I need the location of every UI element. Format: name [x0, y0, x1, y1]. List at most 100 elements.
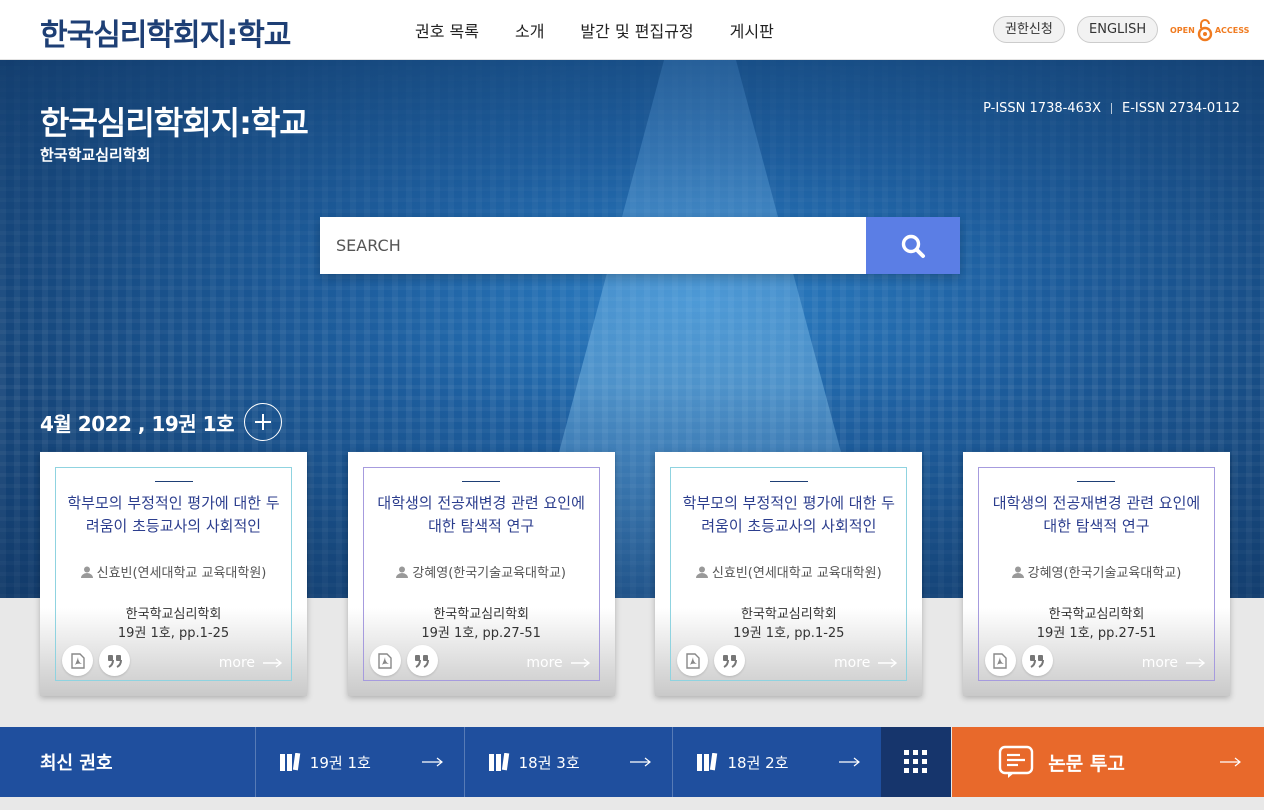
- cite-button[interactable]: [714, 645, 746, 676]
- apply-permission-button[interactable]: 권한신청: [993, 16, 1065, 43]
- more-label: more: [834, 655, 871, 671]
- more-link[interactable]: more: [526, 655, 590, 671]
- eissn: E-ISSN 2734-0112: [1122, 101, 1240, 116]
- document-icon: [999, 745, 1034, 778]
- pdf-icon: [378, 652, 392, 669]
- quote-icon: [415, 654, 430, 668]
- issue-label: 4월 2022 , 19권 1호: [40, 411, 234, 436]
- article-author: 강혜영(한국기술교육대학교): [364, 562, 599, 581]
- pdf-button[interactable]: [984, 645, 1016, 676]
- open-access-lock-icon: [1197, 19, 1213, 42]
- search-button[interactable]: [866, 217, 960, 274]
- article-author: 신효빈(연세대학교 교육대학원): [56, 562, 291, 581]
- article-card[interactable]: 대학생의 전공재변경 관련 요인에 대한 탐색적 연구 강혜영(한국기술교육대학…: [347, 452, 615, 696]
- all-issues-button[interactable]: [881, 727, 952, 797]
- arrow-right-icon: [878, 658, 898, 668]
- arrow-right-icon: [1220, 757, 1241, 767]
- site-logo[interactable]: 한국심리학회지:학교: [40, 10, 291, 54]
- article-card-frame: 학부모의 부정적인 평가에 대한 두려움이 초등교사의 사회적인 신효빈(연세대…: [670, 467, 908, 681]
- pdf-button[interactable]: [369, 645, 401, 676]
- main-nav: 권호 목록 소개 발간 및 편집규정 게시판: [415, 18, 774, 42]
- nav-about[interactable]: 소개: [515, 18, 544, 42]
- quote-icon: [107, 654, 122, 668]
- article-title[interactable]: 대학생의 전공재변경 관련 요인에 대한 탐색적 연구: [364, 492, 599, 538]
- more-label: more: [1141, 655, 1178, 671]
- user-icon: [695, 566, 708, 578]
- card-rule: [462, 481, 501, 482]
- cite-button[interactable]: [406, 645, 438, 676]
- more-label: more: [526, 655, 563, 671]
- volume-label: 18권 3호: [518, 753, 580, 772]
- pdf-icon: [686, 652, 700, 669]
- volume-link[interactable]: 18권 3호: [463, 727, 673, 797]
- article-card-frame: 대학생의 전공재변경 관련 요인에 대한 탐색적 연구 강혜영(한국기술교육대학…: [977, 467, 1215, 681]
- nav-issue-list[interactable]: 권호 목록: [415, 18, 479, 42]
- card-actions: [984, 645, 1053, 676]
- article-publication: 한국학교심리학회 19권 1호, pp.27-51: [979, 605, 1214, 643]
- open-access-logo[interactable]: OPEN ACCESS: [1170, 18, 1249, 42]
- more-link[interactable]: more: [834, 655, 898, 671]
- arrow-right-icon: [1185, 658, 1206, 668]
- books-icon: [279, 753, 301, 771]
- publisher: 한국학교심리학회: [433, 607, 529, 622]
- volume-pages: 19권 1호, pp.1-25: [117, 626, 230, 641]
- article-author: 신효빈(연세대학교 교육대학원): [671, 562, 906, 581]
- cite-button[interactable]: [1021, 645, 1053, 676]
- arrow-right-icon: [421, 757, 443, 767]
- more-link[interactable]: more: [1142, 655, 1206, 671]
- submit-label: 논문 투고: [1048, 752, 1125, 775]
- journal-title: 한국심리학회지:학교: [40, 104, 309, 142]
- books-icon: [697, 753, 718, 771]
- nav-publication-rules[interactable]: 발간 및 편집규정: [580, 18, 693, 42]
- article-publication: 한국학교심리학회 19권 1호, pp.1-25: [56, 605, 291, 643]
- article-card[interactable]: 학부모의 부정적인 평가에 대한 두려움이 초등교사의 사회적인 신효빈(연세대…: [40, 452, 307, 696]
- card-actions: [62, 645, 130, 676]
- volume-link[interactable]: 18권 2호: [672, 727, 882, 797]
- more-link[interactable]: more: [219, 655, 283, 671]
- card-actions: [677, 645, 746, 676]
- issue-more-button[interactable]: [243, 403, 282, 441]
- article-card[interactable]: 학부모의 부정적인 평가에 대한 두려움이 초등교사의 사회적인 신효빈(연세대…: [655, 452, 923, 696]
- card-rule: [154, 481, 193, 482]
- issn-divider: [1111, 103, 1113, 114]
- oa-open-text: OPEN: [1170, 25, 1195, 35]
- card-actions: [369, 645, 438, 676]
- volume-pages: 19권 1호, pp.27-51: [421, 626, 541, 641]
- arrow-right-icon: [263, 658, 283, 668]
- pdf-button[interactable]: [677, 645, 709, 676]
- plus-icon: [254, 414, 271, 430]
- article-title[interactable]: 학부모의 부정적인 평가에 대한 두려움이 초등교사의 사회적인: [56, 492, 291, 538]
- english-button[interactable]: ENGLISH: [1077, 16, 1159, 43]
- volume-link[interactable]: 19권 1호: [254, 727, 464, 797]
- article-card[interactable]: 대학생의 전공재변경 관련 요인에 대한 탐색적 연구 강혜영(한국기술교육대학…: [962, 452, 1230, 696]
- cite-button[interactable]: [99, 645, 130, 676]
- arrow-right-icon: [630, 757, 652, 767]
- quote-icon: [1030, 654, 1045, 668]
- pdf-button[interactable]: [62, 645, 93, 676]
- issn-info: P-ISSN 1738-463X E-ISSN 2734-0112: [983, 101, 1240, 116]
- society-name: 한국학교심리학회: [40, 146, 151, 164]
- pdf-icon: [70, 652, 85, 669]
- search-input[interactable]: [320, 217, 866, 274]
- latest-issues-label: 최신 권호: [0, 727, 255, 797]
- submit-paper-button[interactable]: 논문 투고: [952, 727, 1264, 797]
- article-title[interactable]: 대학생의 전공재변경 관련 요인에 대한 탐색적 연구: [979, 492, 1214, 538]
- author-name: 신효빈(연세대학교 교육대학원): [711, 566, 882, 581]
- search-bar: [320, 217, 960, 274]
- card-rule: [1077, 481, 1116, 482]
- arrow-right-icon: [839, 757, 861, 767]
- author-name: 강혜영(한국기술교육대학교): [412, 566, 566, 581]
- oa-access-text: ACCESS: [1214, 25, 1250, 35]
- article-title[interactable]: 학부모의 부정적인 평가에 대한 두려움이 초등교사의 사회적인: [671, 492, 906, 538]
- author-name: 강혜영(한국기술교육대학교): [1027, 566, 1182, 581]
- publisher: 한국학교심리학회: [740, 607, 837, 622]
- nav-board[interactable]: 게시판: [730, 18, 774, 42]
- grid-icon: [904, 750, 928, 773]
- publisher: 한국학교심리학회: [125, 607, 222, 622]
- article-card-frame: 학부모의 부정적인 평가에 대한 두려움이 초등교사의 사회적인 신효빈(연세대…: [55, 467, 292, 681]
- pissn: P-ISSN 1738-463X: [983, 101, 1102, 116]
- article-publication: 한국학교심리학회 19권 1호, pp.1-25: [671, 605, 906, 643]
- user-icon: [396, 566, 409, 578]
- card-rule: [769, 481, 808, 482]
- volume-label: 18권 2호: [727, 753, 789, 772]
